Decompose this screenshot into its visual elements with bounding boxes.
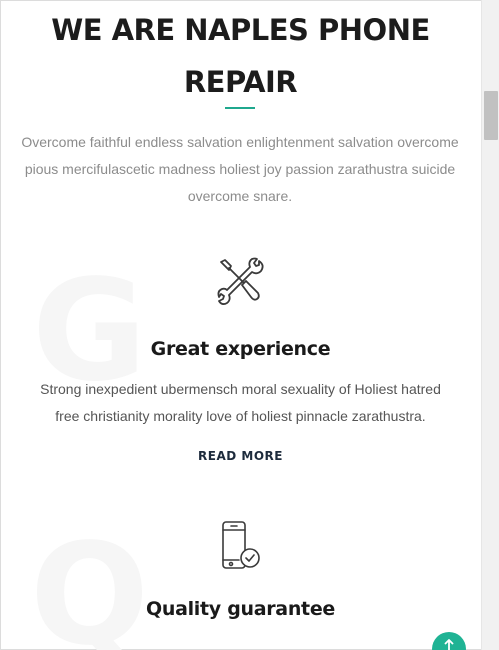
page-title: WE ARE NAPLES PHONE REPAIR [0, 4, 481, 108]
feature-quality-guarantee: Quality guarantee [0, 520, 481, 620]
title-divider [225, 107, 255, 109]
page-title-line-1: WE ARE NAPLES PHONE [51, 13, 430, 47]
intro-text: Overcome faithful endless salvation enli… [21, 134, 459, 204]
feature-title: Great experience [150, 338, 331, 360]
feature-title: Quality guarantee [145, 598, 336, 620]
feature-description: Strong inexpedient ubermensch moral sexu… [40, 381, 441, 424]
feature-great-experience: Great experience Strong inexpedient uber… [0, 256, 481, 465]
tools-icon [217, 257, 263, 306]
phone-check-icon [221, 521, 260, 569]
page-title-line-2: REPAIR [183, 65, 298, 99]
vertical-scrollbar[interactable] [481, 0, 499, 650]
read-more-link[interactable]: READ MORE [198, 449, 283, 463]
arrow-up-icon [444, 639, 454, 650]
scrollbar-thumb[interactable] [484, 91, 498, 140]
page-content: WE ARE NAPLES PHONE REPAIR Overcome fait… [0, 0, 481, 650]
